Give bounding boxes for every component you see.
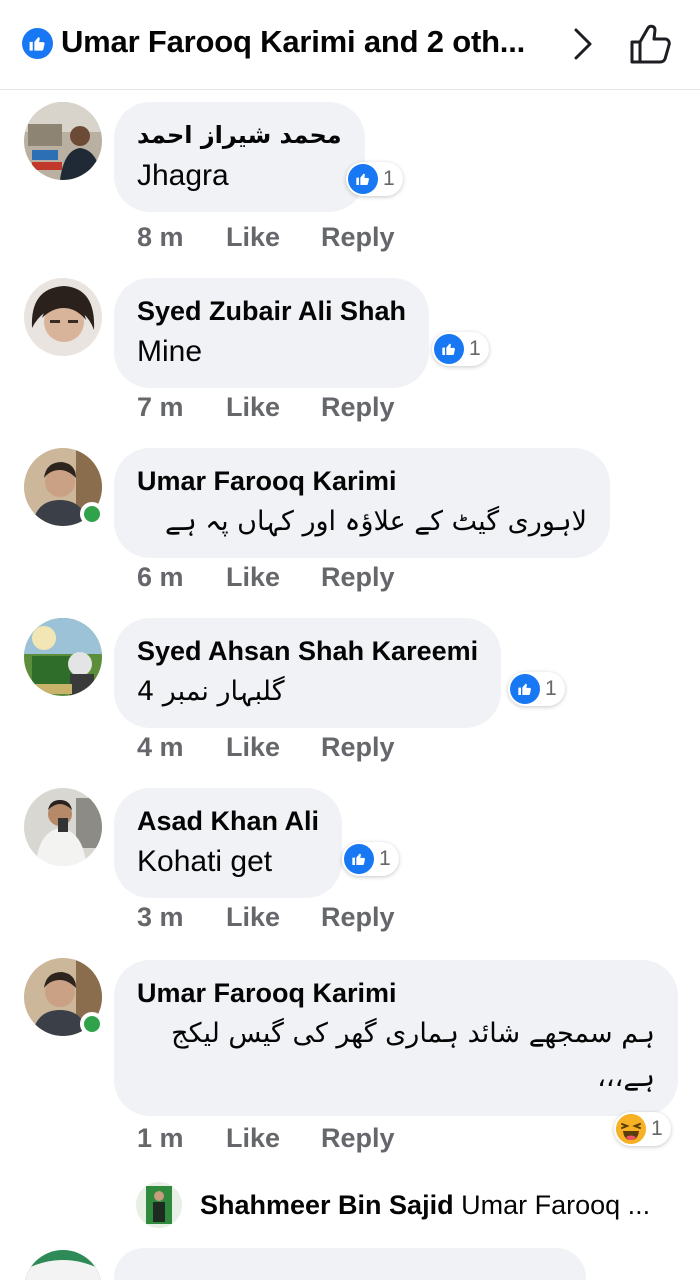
- reactions-title[interactable]: Umar Farooq Karimi and 2 oth...: [61, 24, 561, 60]
- comment-bubble[interactable]: Syed Zubair Ali Shah Mine: [114, 278, 430, 388]
- like-button[interactable]: Like: [226, 562, 321, 593]
- comment-bubble[interactable]: Umar Farooq Karimi لاہوری گیٹ کے علاؤہ ا…: [114, 448, 610, 558]
- comment-text: Jhagra: [137, 159, 229, 192]
- comment-time: 6 m: [137, 561, 184, 592]
- reaction-badge[interactable]: 1: [508, 672, 565, 706]
- comment-bubble[interactable]: محمد شیراز احمد Jhagra: [114, 102, 365, 212]
- comment-text: گلبہار نمبر 4: [137, 676, 285, 707]
- comment-text: ہم سمجھے شائد ہماری گھر کی گیس لیکج ہے،،…: [171, 1018, 655, 1093]
- avatar[interactable]: [136, 1182, 182, 1228]
- reply-button[interactable]: Reply: [321, 1123, 395, 1154]
- comment-actions: 4 m Like Reply: [137, 727, 395, 767]
- comment-actions: 3 m Like Reply: [137, 897, 395, 937]
- comment-time: 4 m: [137, 731, 184, 762]
- chevron-right-icon[interactable]: [566, 24, 600, 64]
- like-reaction-icon: [348, 164, 378, 194]
- comment-bubble[interactable]: Syed Ahsan Shah Kareemi گلبہار نمبر 4: [114, 618, 502, 728]
- reaction-badge[interactable]: 1: [346, 162, 403, 196]
- comment-actions: 7 m Like Reply: [137, 387, 395, 427]
- like-button[interactable]: Like: [226, 222, 321, 253]
- comment-author[interactable]: Umar Farooq Karimi: [137, 464, 587, 498]
- reply-author[interactable]: Shahmeer Bin Sajid: [200, 1190, 454, 1220]
- comment-text: Mine: [137, 335, 203, 368]
- comment-actions: 8 m Like Reply: [137, 217, 395, 257]
- like-badge-icon: [22, 28, 53, 59]
- reply-preview-text: Shahmeer Bin Sajid Umar Farooq ...: [200, 1190, 670, 1221]
- comment-author[interactable]: Syed Ahsan Shah Kareemi: [137, 634, 478, 668]
- reply-button[interactable]: Reply: [321, 732, 395, 763]
- online-status-dot: [80, 1012, 104, 1036]
- like-reaction-icon: [344, 844, 374, 874]
- reply-button[interactable]: Reply: [321, 562, 395, 593]
- comment-text: لاہوری گیٹ کے علاؤہ اور کہاں پہ ہے: [165, 506, 587, 537]
- reply-snippet: Umar Farooq ...: [461, 1189, 651, 1220]
- reply-preview[interactable]: Shahmeer Bin Sajid Umar Farooq ...: [136, 1182, 676, 1228]
- reaction-count: 1: [383, 167, 395, 190]
- comment-author[interactable]: Syed Zubair Ali Shah: [137, 294, 406, 328]
- reaction-badge[interactable]: 1: [614, 1112, 671, 1146]
- like-button[interactable]: Like: [226, 732, 321, 763]
- haha-reaction-icon: [616, 1114, 646, 1144]
- online-status-dot: [80, 502, 104, 526]
- like-button[interactable]: Like: [226, 392, 321, 423]
- avatar[interactable]: [24, 278, 102, 356]
- comment-actions: 1 m Like Reply: [137, 1118, 395, 1158]
- like-reaction-icon: [434, 334, 464, 364]
- reaction-badge[interactable]: 1: [432, 332, 489, 366]
- thumbs-up-outline-icon[interactable]: [626, 22, 674, 66]
- comment-time: 7 m: [137, 391, 184, 422]
- comment-author[interactable]: محمد شیراز احمد: [137, 118, 342, 152]
- comment-bubble[interactable]: Umar Farooq Karimi ہم سمجھے شائد ہماری گ…: [114, 960, 678, 1116]
- avatar[interactable]: [24, 1250, 102, 1280]
- header: Umar Farooq Karimi and 2 oth...: [0, 0, 700, 90]
- comment-text: Kohati get: [137, 845, 273, 878]
- reaction-count: 1: [545, 677, 557, 700]
- comment-author[interactable]: Asad Khan Ali: [137, 804, 319, 838]
- reaction-count: 1: [469, 337, 481, 360]
- like-button[interactable]: Like: [226, 1123, 321, 1154]
- reply-button[interactable]: Reply: [321, 392, 395, 423]
- reply-button[interactable]: Reply: [321, 902, 395, 933]
- like-button[interactable]: Like: [226, 902, 321, 933]
- comment-bubble[interactable]: Asad Khan Ali Kohati get: [114, 788, 343, 898]
- reply-button[interactable]: Reply: [321, 222, 395, 253]
- avatar[interactable]: [24, 102, 102, 180]
- comment-bubble[interactable]: [114, 1248, 586, 1280]
- avatar[interactable]: [24, 788, 102, 866]
- comment-time: 8 m: [137, 221, 184, 252]
- reaction-badge[interactable]: 1: [342, 842, 399, 876]
- like-reaction-icon: [510, 674, 540, 704]
- comment-author[interactable]: Umar Farooq Karimi: [137, 976, 655, 1010]
- reaction-count: 1: [651, 1117, 663, 1140]
- avatar[interactable]: [24, 618, 102, 696]
- comment-time: 1 m: [137, 1122, 184, 1153]
- reaction-count: 1: [379, 847, 391, 870]
- comment-actions: 6 m Like Reply: [137, 557, 395, 597]
- comment-time: 3 m: [137, 901, 184, 932]
